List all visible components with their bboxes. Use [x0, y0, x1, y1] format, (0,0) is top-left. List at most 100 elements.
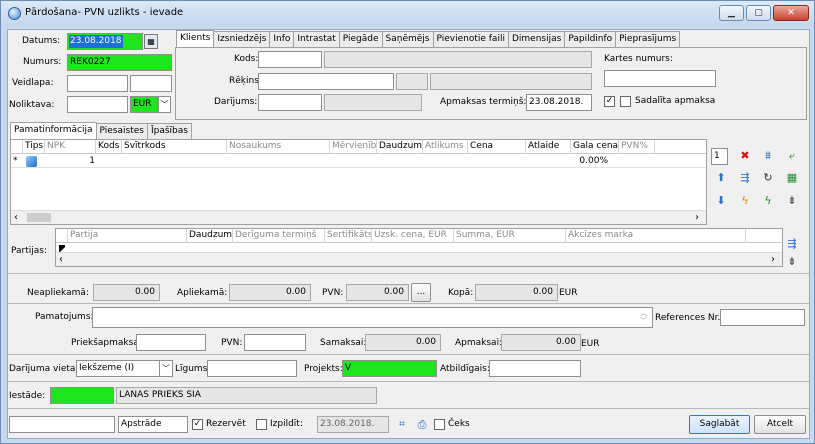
filter-icon[interactable]: ⩩: [761, 149, 775, 163]
veidlapa-extra-field[interactable]: [130, 75, 172, 92]
move-down-icon[interactable]: ⬇: [714, 194, 728, 208]
spin-icon[interactable]: ︿ ﹀: [640, 309, 647, 325]
apmaksai-currency: EUR: [581, 339, 600, 349]
refresh-icon[interactable]: ↻: [761, 171, 775, 185]
col-daudzums[interactable]: Daudzums: [377, 140, 423, 154]
iestade-code-input[interactable]: [50, 387, 114, 404]
page-field[interactable]: 1: [711, 148, 728, 165]
apmaksas-termins-field[interactable]: 23.08.2018.: [526, 94, 592, 111]
atbildigais-input[interactable]: [489, 360, 581, 377]
partijas-grid[interactable]: Partija Daudzums Derīguma termiņš Sertif…: [55, 228, 783, 267]
references-input[interactable]: [720, 309, 805, 326]
rekins-field[interactable]: [258, 73, 394, 90]
export-icon[interactable]: ⤶: [785, 149, 799, 163]
tab-piegade[interactable]: Piegāde: [338, 31, 383, 47]
col-sertifikats[interactable]: Sertifikāts: [325, 229, 372, 243]
darijums-field[interactable]: [258, 94, 322, 111]
prieksapmaksa-input[interactable]: [136, 334, 206, 351]
table-row[interactable]: * 1 0.00%: [11, 155, 706, 168]
pvn-field: 0.00: [346, 284, 409, 301]
pamatojums-input[interactable]: [92, 307, 653, 328]
tab-papildinfo[interactable]: Papildinfo: [564, 31, 617, 47]
partijas-scrollbar[interactable]: ‹ ›: [56, 252, 782, 266]
tab-sanemejs[interactable]: Saņēmējs: [381, 31, 434, 47]
col-npk[interactable]: NPK: [45, 140, 96, 154]
currency-select[interactable]: EUR: [130, 96, 158, 113]
ligums-input[interactable]: [207, 360, 297, 377]
items-grid[interactable]: Tips NPK Kods Svītrkods Nosaukums Mērvie…: [10, 139, 707, 225]
col-partija[interactable]: Partija: [68, 229, 187, 243]
delete-icon[interactable]: ✖: [738, 149, 752, 163]
tab-ipasibas[interactable]: Īpašības: [146, 123, 192, 139]
maximize-button[interactable]: ▢: [746, 5, 771, 21]
col-akcizes-marka[interactable]: Akcīzes marka: [566, 229, 746, 243]
partijas-add-icon[interactable]: ⇶: [785, 237, 799, 251]
kartes-numurs-field[interactable]: [604, 70, 716, 87]
tab-pieprasijums[interactable]: Pieprasījums: [615, 31, 681, 47]
col-svitrkods[interactable]: Svītrkods: [122, 140, 227, 154]
scroll-right-icon[interactable]: ›: [695, 211, 699, 224]
divider: [8, 354, 809, 355]
cancel-button[interactable]: Atcelt: [754, 415, 806, 434]
col-atlikums[interactable]: Atlikums: [423, 140, 468, 154]
close-button[interactable]: ✕: [773, 5, 809, 21]
izpildit-date-field[interactable]: 23.08.2018.: [317, 416, 389, 433]
print-icon[interactable]: ⎙: [415, 418, 429, 432]
scroll-left-icon[interactable]: ‹: [14, 211, 18, 224]
projekts-input[interactable]: V: [342, 360, 437, 377]
tab-klients[interactable]: Klients: [176, 30, 215, 47]
tab-info[interactable]: Info: [269, 31, 295, 47]
move-up-icon[interactable]: ⬆: [714, 171, 728, 185]
col-nosaukums[interactable]: Nosaukums: [227, 140, 330, 154]
save-button[interactable]: Saglabāt: [689, 415, 750, 434]
date-picker-icon[interactable]: ⌗: [395, 418, 409, 432]
prepay-pvn-input[interactable]: [244, 334, 306, 351]
pvn-details-button[interactable]: ...: [411, 283, 431, 302]
horizontal-scrollbar[interactable]: ‹ ›: [11, 210, 706, 224]
chevron-down-icon[interactable]: ﹀: [160, 360, 173, 377]
col-uzsk-cena[interactable]: Uzsk. cena, EUR: [372, 229, 454, 243]
insert-row-icon[interactable]: ⇶: [738, 171, 752, 185]
datums-field[interactable]: 23.08.2018: [67, 33, 143, 50]
tab-dimensijas[interactable]: Dimensijas: [507, 31, 566, 47]
izpildit-checkbox[interactable]: [256, 419, 267, 430]
tab-izsniedzejs[interactable]: Izsniedzējs: [213, 31, 271, 47]
partijas-sort-icon[interactable]: ⇟: [785, 255, 799, 269]
col-cena[interactable]: Cena: [468, 140, 526, 154]
rezervet-checkbox[interactable]: ✓: [192, 419, 203, 430]
noliktava-field[interactable]: [67, 96, 128, 113]
col-deriguma[interactable]: Derīguma termiņš: [233, 229, 325, 243]
col-atlaide[interactable]: Atlaide: [526, 140, 571, 154]
atbildigais-label: Atbildīgais:: [440, 364, 490, 374]
scroll-right-icon[interactable]: ›: [771, 253, 775, 266]
col-kods[interactable]: Kods: [96, 140, 122, 154]
tab-piesaistes[interactable]: Piesaistes: [95, 123, 148, 139]
tab-intrastat[interactable]: Intrastat: [293, 31, 340, 47]
calendar-icon[interactable]: ▦: [144, 34, 158, 49]
apstrade-field[interactable]: Apstrāde: [118, 416, 188, 433]
scroll-thumb[interactable]: [27, 213, 51, 222]
col-p-daudzums[interactable]: Daudzums: [187, 229, 233, 243]
lightning-green-icon[interactable]: ϟ: [761, 194, 775, 208]
sadalita-apmaksa-checkbox[interactable]: [620, 96, 631, 107]
sadalita-checkbox-marker[interactable]: ✓: [604, 96, 615, 107]
col-pvn[interactable]: PVN%: [619, 140, 655, 154]
item-type-icon[interactable]: [26, 156, 37, 167]
veidlapa-field[interactable]: [67, 75, 128, 92]
col-tips[interactable]: Tips: [23, 140, 45, 154]
tab-pievienotie-faili[interactable]: Pievienotie faili: [432, 31, 509, 47]
numurs-field[interactable]: REK0227: [67, 54, 172, 71]
tab-pamatinformacija[interactable]: Pamatinformācija: [10, 122, 97, 139]
scroll-left-icon[interactable]: ‹: [59, 253, 63, 266]
sort-icon[interactable]: ⇟: [785, 194, 799, 208]
ceks-checkbox[interactable]: [434, 419, 445, 430]
spreadsheet-icon[interactable]: ▦: [785, 171, 799, 185]
col-gala-cena[interactable]: Gala cena: [571, 140, 619, 154]
col-summa[interactable]: Summa, EUR: [454, 229, 566, 243]
darijuma-vieta-select[interactable]: Iekšzeme (I): [76, 360, 160, 377]
chevron-down-icon[interactable]: ﹀: [158, 96, 171, 113]
col-mervieniba[interactable]: Mērvienība: [330, 140, 377, 154]
minimize-button[interactable]: ▁: [719, 5, 744, 21]
lightning-orange-icon[interactable]: ϟ: [738, 194, 752, 208]
kods-field[interactable]: [258, 51, 322, 68]
